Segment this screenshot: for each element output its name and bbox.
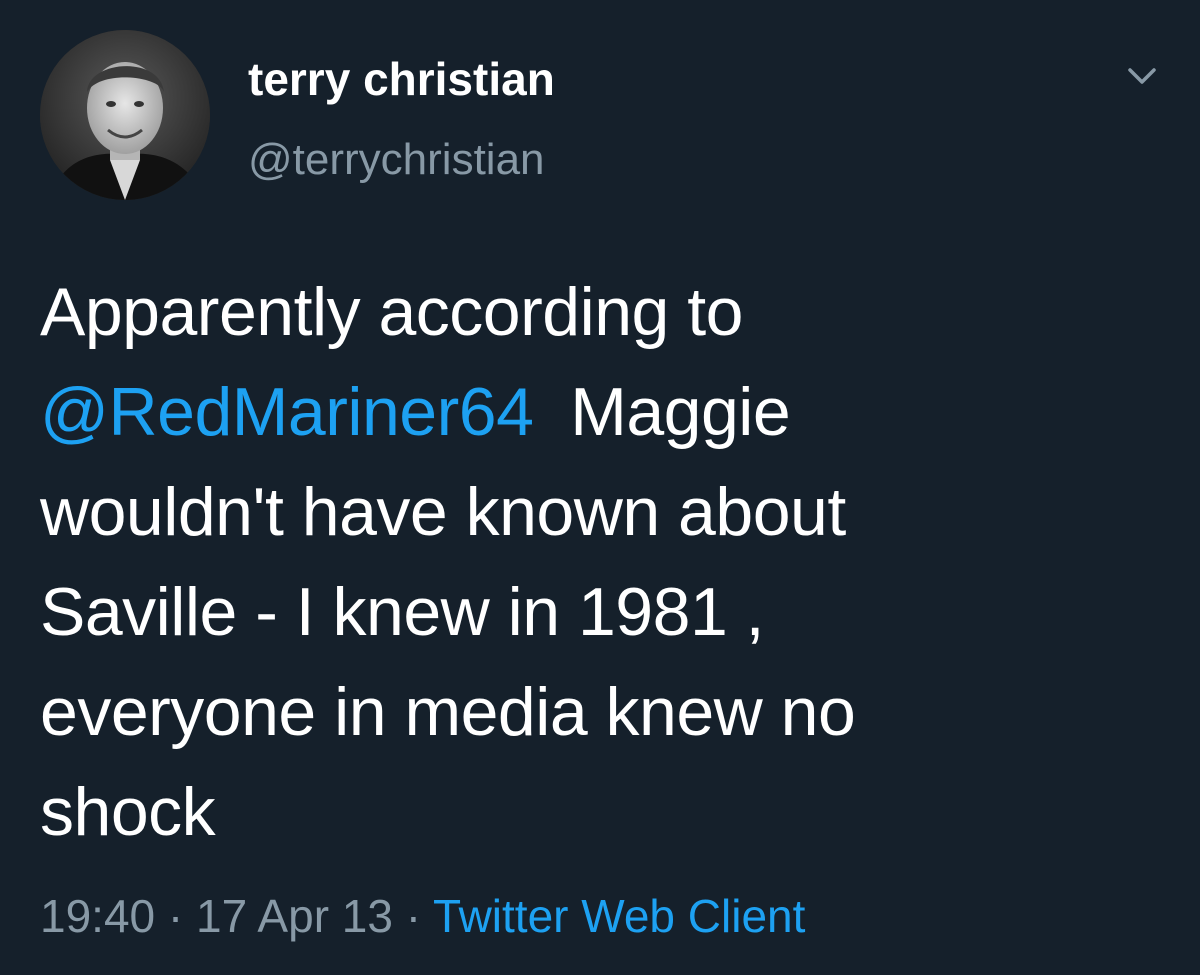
meta-separator: ·	[392, 890, 434, 942]
tweet-text-line: Apparently according to	[40, 262, 1160, 362]
tweet-metadata: 19:40 · 17 Apr 13 · Twitter Web Client	[40, 886, 805, 946]
tweet-card: terry christian @terrychristian Apparent…	[0, 0, 1200, 975]
tweet-text-line: Saville - I knew in 1981 ,	[40, 562, 1160, 662]
tweet-text-line: everyone in media knew no	[40, 662, 1160, 762]
mention-link[interactable]: @RedMariner64	[40, 374, 534, 450]
chevron-down-icon	[1128, 68, 1156, 84]
meta-separator: ·	[155, 890, 197, 942]
tweet-text-line: wouldn't have known about	[40, 462, 1160, 562]
tweet-text-segment: everyone in media knew no	[40, 674, 856, 750]
tweet-date[interactable]: 17 Apr 13	[196, 890, 393, 942]
tweet-text-segment: wouldn't have known about	[40, 474, 846, 550]
avatar[interactable]	[40, 30, 210, 200]
tweet-text-segment: shock	[40, 774, 216, 850]
author-handle[interactable]: @terrychristian	[248, 132, 545, 188]
profile-photo-icon	[40, 30, 210, 200]
tweet-text-line: @RedMariner64 Maggie	[40, 362, 1160, 462]
tweet-text-segment: Saville - I knew in 1981 ,	[40, 574, 765, 650]
tweet-text-segment: Apparently according to	[40, 274, 743, 350]
tweet-text-segment: Maggie	[533, 374, 791, 450]
author-display-name[interactable]: terry christian	[248, 50, 555, 108]
tweet-source-link[interactable]: Twitter Web Client	[433, 890, 805, 942]
tweet-text: Apparently according to @RedMariner64 Ma…	[40, 262, 1160, 862]
tweet-text-line: shock	[40, 762, 1160, 862]
tweet-time[interactable]: 19:40	[40, 890, 155, 942]
tweet-menu-button[interactable]	[1120, 58, 1164, 94]
